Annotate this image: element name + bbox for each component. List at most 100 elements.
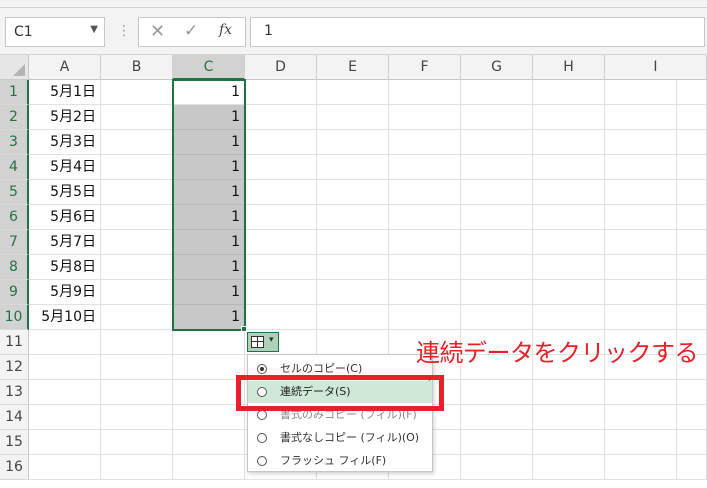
cell-i5[interactable] bbox=[605, 180, 677, 205]
grip-icon[interactable]: ⋮ bbox=[117, 23, 131, 39]
cell-a7[interactable]: 5月7日 bbox=[29, 230, 101, 255]
cell-b14[interactable] bbox=[101, 405, 173, 430]
row-header-1[interactable]: 1 bbox=[0, 80, 29, 105]
cell-x14[interactable] bbox=[677, 405, 707, 430]
cell-c15[interactable] bbox=[173, 430, 245, 455]
cell-a1[interactable]: 5月1日 bbox=[29, 80, 101, 105]
row-header-8[interactable]: 8 bbox=[0, 255, 29, 280]
cell-c14[interactable] bbox=[173, 405, 245, 430]
row-header-4[interactable]: 4 bbox=[0, 155, 29, 180]
row-header-2[interactable]: 2 bbox=[0, 105, 29, 130]
cell-a9[interactable]: 5月9日 bbox=[29, 280, 101, 305]
cell-x8[interactable] bbox=[677, 255, 707, 280]
cell-d5[interactable] bbox=[245, 180, 317, 205]
cell-a15[interactable] bbox=[29, 430, 101, 455]
cell-h16[interactable] bbox=[533, 455, 605, 480]
cell-g5[interactable] bbox=[461, 180, 533, 205]
cell-x2[interactable] bbox=[677, 105, 707, 130]
cell-h2[interactable] bbox=[533, 105, 605, 130]
cell-b10[interactable] bbox=[101, 305, 173, 330]
cell-a3[interactable]: 5月3日 bbox=[29, 130, 101, 155]
cell-i4[interactable] bbox=[605, 155, 677, 180]
cell-a12[interactable] bbox=[29, 355, 101, 380]
cell-b1[interactable] bbox=[101, 80, 173, 105]
cell-c1[interactable]: 1 bbox=[173, 80, 245, 105]
column-header-c[interactable]: C bbox=[173, 55, 245, 80]
name-box[interactable]: C1 ▼ bbox=[5, 17, 105, 47]
cell-b13[interactable] bbox=[101, 380, 173, 405]
row-header-3[interactable]: 3 bbox=[0, 130, 29, 155]
cell-e10[interactable] bbox=[317, 305, 389, 330]
cell-h14[interactable] bbox=[533, 405, 605, 430]
cell-x6[interactable] bbox=[677, 205, 707, 230]
cell-x1[interactable] bbox=[677, 80, 707, 105]
column-header-g[interactable]: G bbox=[461, 55, 533, 80]
cell-d8[interactable] bbox=[245, 255, 317, 280]
cell-f7[interactable] bbox=[389, 230, 461, 255]
cell-g3[interactable] bbox=[461, 130, 533, 155]
cell-e1[interactable] bbox=[317, 80, 389, 105]
cell-h4[interactable] bbox=[533, 155, 605, 180]
cell-g2[interactable] bbox=[461, 105, 533, 130]
check-icon[interactable]: ✓ bbox=[184, 21, 198, 41]
cell-e2[interactable] bbox=[317, 105, 389, 130]
autofill-option-5[interactable]: フラッシュ フィル(F) bbox=[248, 450, 432, 472]
cell-x7[interactable] bbox=[677, 230, 707, 255]
cell-c3[interactable]: 1 bbox=[173, 130, 245, 155]
cell-h13[interactable] bbox=[533, 380, 605, 405]
row-header-15[interactable]: 15 bbox=[0, 430, 29, 455]
cell-c2[interactable]: 1 bbox=[173, 105, 245, 130]
row-header-16[interactable]: 16 bbox=[0, 455, 29, 480]
cell-g4[interactable] bbox=[461, 155, 533, 180]
cell-e7[interactable] bbox=[317, 230, 389, 255]
cell-f5[interactable] bbox=[389, 180, 461, 205]
column-header-a[interactable]: A bbox=[29, 55, 101, 80]
cell-h3[interactable] bbox=[533, 130, 605, 155]
row-header-14[interactable]: 14 bbox=[0, 405, 29, 430]
cell-f3[interactable] bbox=[389, 130, 461, 155]
cell-i3[interactable] bbox=[605, 130, 677, 155]
row-header-13[interactable]: 13 bbox=[0, 380, 29, 405]
cell-b7[interactable] bbox=[101, 230, 173, 255]
column-header-h[interactable]: H bbox=[533, 55, 605, 80]
cell-e6[interactable] bbox=[317, 205, 389, 230]
cell-h9[interactable] bbox=[533, 280, 605, 305]
cell-c5[interactable]: 1 bbox=[173, 180, 245, 205]
cell-b9[interactable] bbox=[101, 280, 173, 305]
row-header-6[interactable]: 6 bbox=[0, 205, 29, 230]
cell-g13[interactable] bbox=[461, 380, 533, 405]
cell-h15[interactable] bbox=[533, 430, 605, 455]
cell-g9[interactable] bbox=[461, 280, 533, 305]
cell-c8[interactable]: 1 bbox=[173, 255, 245, 280]
column-header-b[interactable]: B bbox=[101, 55, 173, 80]
cell-b12[interactable] bbox=[101, 355, 173, 380]
cell-b3[interactable] bbox=[101, 130, 173, 155]
cell-h5[interactable] bbox=[533, 180, 605, 205]
cell-d2[interactable] bbox=[245, 105, 317, 130]
cell-c16[interactable] bbox=[173, 455, 245, 480]
cell-f8[interactable] bbox=[389, 255, 461, 280]
cell-e5[interactable] bbox=[317, 180, 389, 205]
cell-c9[interactable]: 1 bbox=[173, 280, 245, 305]
cell-h10[interactable] bbox=[533, 305, 605, 330]
cell-x13[interactable] bbox=[677, 380, 707, 405]
cell-i2[interactable] bbox=[605, 105, 677, 130]
cell-g6[interactable] bbox=[461, 205, 533, 230]
autofill-options-button[interactable]: ▾ bbox=[247, 332, 279, 352]
cell-e9[interactable] bbox=[317, 280, 389, 305]
cell-i9[interactable] bbox=[605, 280, 677, 305]
chevron-down-icon[interactable]: ▼ bbox=[90, 24, 98, 35]
cell-x3[interactable] bbox=[677, 130, 707, 155]
row-header-7[interactable]: 7 bbox=[0, 230, 29, 255]
cell-x16[interactable] bbox=[677, 455, 707, 480]
cell-x9[interactable] bbox=[677, 280, 707, 305]
cell-a8[interactable]: 5月8日 bbox=[29, 255, 101, 280]
cell-g15[interactable] bbox=[461, 430, 533, 455]
cell-g14[interactable] bbox=[461, 405, 533, 430]
autofill-option-4[interactable]: 書式なしコピー (フィル)(O) bbox=[248, 427, 432, 449]
cell-b16[interactable] bbox=[101, 455, 173, 480]
cell-d10[interactable] bbox=[245, 305, 317, 330]
cell-f2[interactable] bbox=[389, 105, 461, 130]
cell-c11[interactable] bbox=[173, 330, 245, 355]
cell-b6[interactable] bbox=[101, 205, 173, 230]
